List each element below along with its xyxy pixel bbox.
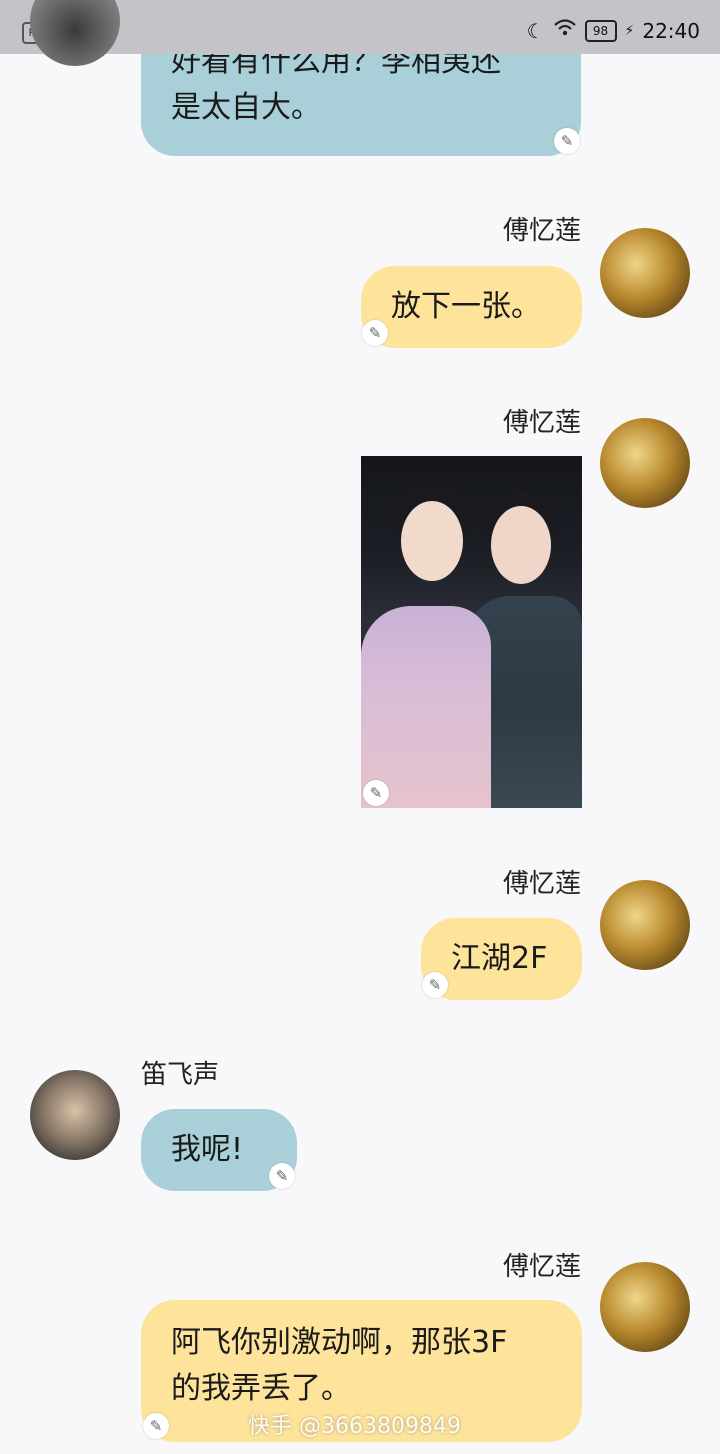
pencil-icon[interactable]: ✎ [269,1163,295,1189]
avatar-fu-yilian[interactable] [600,1262,690,1352]
wifi-icon [553,18,577,43]
message-text-3: 江湖2F [451,941,548,976]
clock: 22:40 [642,18,700,43]
message-text-0-line-1: 是太自大。 [171,90,321,125]
face-left [401,501,463,581]
sender-name-3: 傅忆莲 [502,869,581,899]
pencil-icon[interactable]: ✎ [362,320,388,346]
face-right [491,506,551,584]
status-icons: ☾ 98 ⚡ 22:40 [527,18,700,43]
avatar-fu-yilian[interactable] [600,880,690,970]
battery-icon: 98 [584,19,617,42]
pencil-icon[interactable]: ✎ [554,128,580,154]
avatar-di-feisheng[interactable] [30,1070,120,1160]
figure-left [361,606,491,808]
sender-name-4: 笛飞声 [141,1060,220,1090]
message-bubble-1[interactable]: 放下一张。 [361,266,582,348]
avatar-fu-yilian[interactable] [600,228,690,318]
message-image[interactable] [361,456,582,808]
pencil-icon[interactable]: ✎ [422,972,448,998]
moon-icon: ☾ [526,18,545,43]
message-text-1: 放下一张。 [391,289,541,324]
message-text-5-line-0: 阿飞你别激动啊，那张3F [171,1325,508,1360]
watermark: 快手 @3663809849 [248,1414,461,1439]
message-text-5-line-1: 的我弄丢了。 [171,1371,351,1406]
avatar-fu-yilian[interactable] [600,418,690,508]
avatar-top[interactable] [30,0,120,66]
pencil-icon[interactable]: ✎ [143,1413,169,1439]
pencil-icon[interactable]: ✎ [363,780,389,806]
charging-icon: ⚡ [624,22,635,39]
sender-name-1: 傅忆莲 [502,216,581,246]
sender-name-5: 傅忆莲 [502,1252,581,1282]
message-text-4: 我呢! [171,1132,244,1167]
sender-name-2: 傅忆莲 [502,408,581,438]
